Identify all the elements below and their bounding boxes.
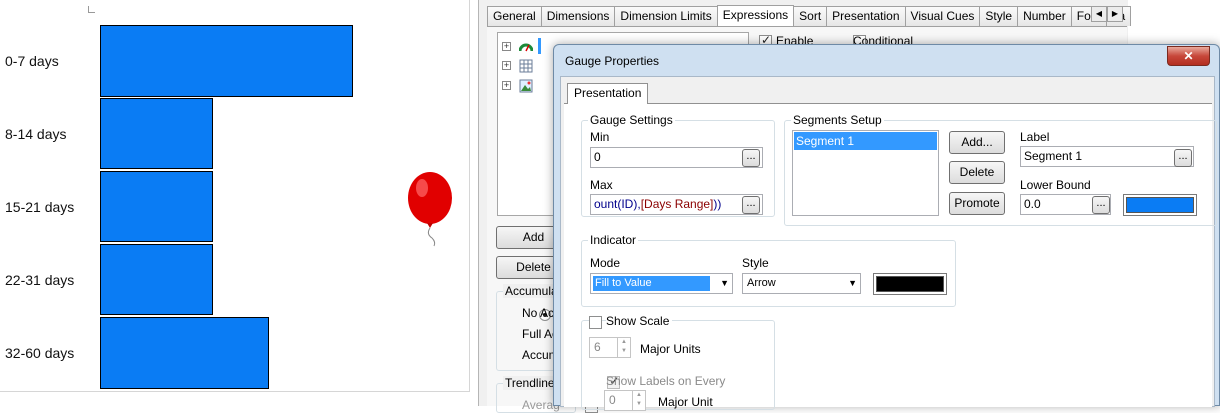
label-caption: Label xyxy=(1020,130,1050,144)
table-chart-icon xyxy=(519,59,533,73)
bar-chart-panel: 0-7 days 8-14 days 15-21 days 22-31 days… xyxy=(0,0,470,392)
tree-item-image[interactable]: + xyxy=(502,78,533,94)
style-value: Arrow xyxy=(747,277,776,289)
segment-label-button[interactable]: ... xyxy=(1174,149,1192,167)
tab-expressions[interactable]: Expressions xyxy=(716,5,795,27)
expand-icon[interactable]: + xyxy=(502,41,511,51)
show-labels-label: Show Labels on Every xyxy=(606,374,726,388)
tree-item-table[interactable]: + xyxy=(502,58,533,74)
max-expression-field: [Days Range] xyxy=(640,197,714,211)
chevron-down-icon: ▼ xyxy=(848,278,857,288)
promote-segment-button[interactable]: Promote xyxy=(949,192,1005,215)
category-label: 8-14 days xyxy=(5,126,67,142)
tab-presentation[interactable]: Presentation xyxy=(567,83,649,104)
bar-8-14-days[interactable] xyxy=(100,98,213,169)
tab-style[interactable]: Style xyxy=(979,6,1019,26)
expand-icon[interactable]: + xyxy=(502,61,511,71)
max-input[interactable]: ount(ID),[Days Range])) xyxy=(590,194,763,215)
min-expression-button[interactable]: ... xyxy=(742,149,760,167)
major-units-label: Major Units xyxy=(640,342,701,356)
spin-arrows-icon[interactable]: ▲ ▼ xyxy=(617,338,630,357)
min-input[interactable]: 0 xyxy=(590,147,763,168)
tab-dimension-limits[interactable]: Dimension Limits xyxy=(614,6,718,26)
red-balloon-icon xyxy=(408,172,452,247)
image-icon xyxy=(519,79,533,93)
major-unit-label: Major Unit xyxy=(658,395,713,409)
category-label: 22-31 days xyxy=(5,272,75,288)
bar-0-7-days[interactable] xyxy=(100,25,353,97)
bar-15-21-days[interactable] xyxy=(100,171,213,242)
segment-label-input[interactable]: Segment 1 xyxy=(1020,146,1194,167)
spin-arrows-icon[interactable]: ▲ ▼ xyxy=(632,391,645,410)
lower-bound-caption: Lower Bound xyxy=(1020,178,1091,192)
style-label: Style xyxy=(742,256,769,270)
mode-value: Fill to Value xyxy=(593,276,710,291)
gauge-properties-dialog: Gauge Properties ✕ Presentation Gauge Se… xyxy=(553,44,1220,411)
mode-label: Mode xyxy=(590,256,621,270)
tab-number[interactable]: Number xyxy=(1017,6,1072,26)
max-expression-func: ount(ID), xyxy=(594,197,641,211)
major-units-spinner[interactable]: 6 ▲ ▼ xyxy=(589,337,631,358)
tab-dimensions[interactable]: Dimensions xyxy=(540,6,616,26)
category-label: 15-21 days xyxy=(5,199,75,215)
segment-list-item[interactable]: Segment 1 xyxy=(794,132,937,150)
gauge-chart-icon xyxy=(519,43,534,52)
show-scale-checkbox[interactable] xyxy=(589,316,602,330)
major-unit-spinner[interactable]: 0 ▲ ▼ xyxy=(604,390,646,411)
segments-list[interactable]: Segment 1 xyxy=(792,130,939,216)
major-units-value: 6 xyxy=(594,340,601,354)
tab-scroll-left-icon[interactable]: ◀ xyxy=(1091,6,1107,22)
indicator-title: Indicator xyxy=(588,233,639,247)
tab-scroll-right-icon[interactable]: ▶ xyxy=(1107,6,1123,22)
expand-icon[interactable]: + xyxy=(502,81,511,91)
segment-color-swatch xyxy=(1126,197,1194,213)
mode-select[interactable]: Fill to Value ▼ xyxy=(590,273,733,294)
tab-general[interactable]: General xyxy=(487,6,542,26)
tab-visual-cues[interactable]: Visual Cues xyxy=(904,6,981,26)
major-unit-value: 0 xyxy=(609,393,616,407)
segment-color-button[interactable] xyxy=(1123,194,1197,216)
segments-setup-title: Segments Setup xyxy=(791,113,884,127)
style-select[interactable]: Arrow ▼ xyxy=(742,273,861,294)
max-label: Max xyxy=(590,178,613,192)
resize-corner-icon xyxy=(88,6,95,13)
dialog-title: Gauge Properties xyxy=(565,54,660,68)
chevron-down-icon: ▼ xyxy=(720,278,729,288)
max-expression-button[interactable]: ... xyxy=(742,196,760,214)
indicator-color-swatch xyxy=(876,276,944,292)
tab-presentation[interactable]: Presentation xyxy=(826,6,906,26)
category-label: 0-7 days xyxy=(5,53,59,69)
max-expression-close: )) xyxy=(713,197,722,211)
tree-item-gauge[interactable]: + xyxy=(502,38,541,54)
add-segment-button[interactable]: Add... xyxy=(949,131,1005,154)
close-icon[interactable]: ✕ xyxy=(1167,46,1210,66)
min-label: Min xyxy=(590,130,610,144)
bar-22-31-days[interactable] xyxy=(100,244,213,315)
show-scale-label: Show Scale xyxy=(606,314,673,328)
bar-32-60-days[interactable] xyxy=(100,317,269,389)
indicator-color-button[interactable] xyxy=(873,273,947,295)
tab-scroll-buttons: ◀ ▶ xyxy=(1091,5,1123,22)
category-label: 32-60 days xyxy=(5,345,75,361)
lower-bound-button[interactable]: ... xyxy=(1092,196,1110,214)
tab-sort[interactable]: Sort xyxy=(793,6,828,26)
delete-segment-button[interactable]: Delete xyxy=(949,161,1005,184)
gauge-settings-title: Gauge Settings xyxy=(588,113,675,127)
properties-tabstrip: General Dimensions Dimension Limits Express… xyxy=(487,4,1132,27)
